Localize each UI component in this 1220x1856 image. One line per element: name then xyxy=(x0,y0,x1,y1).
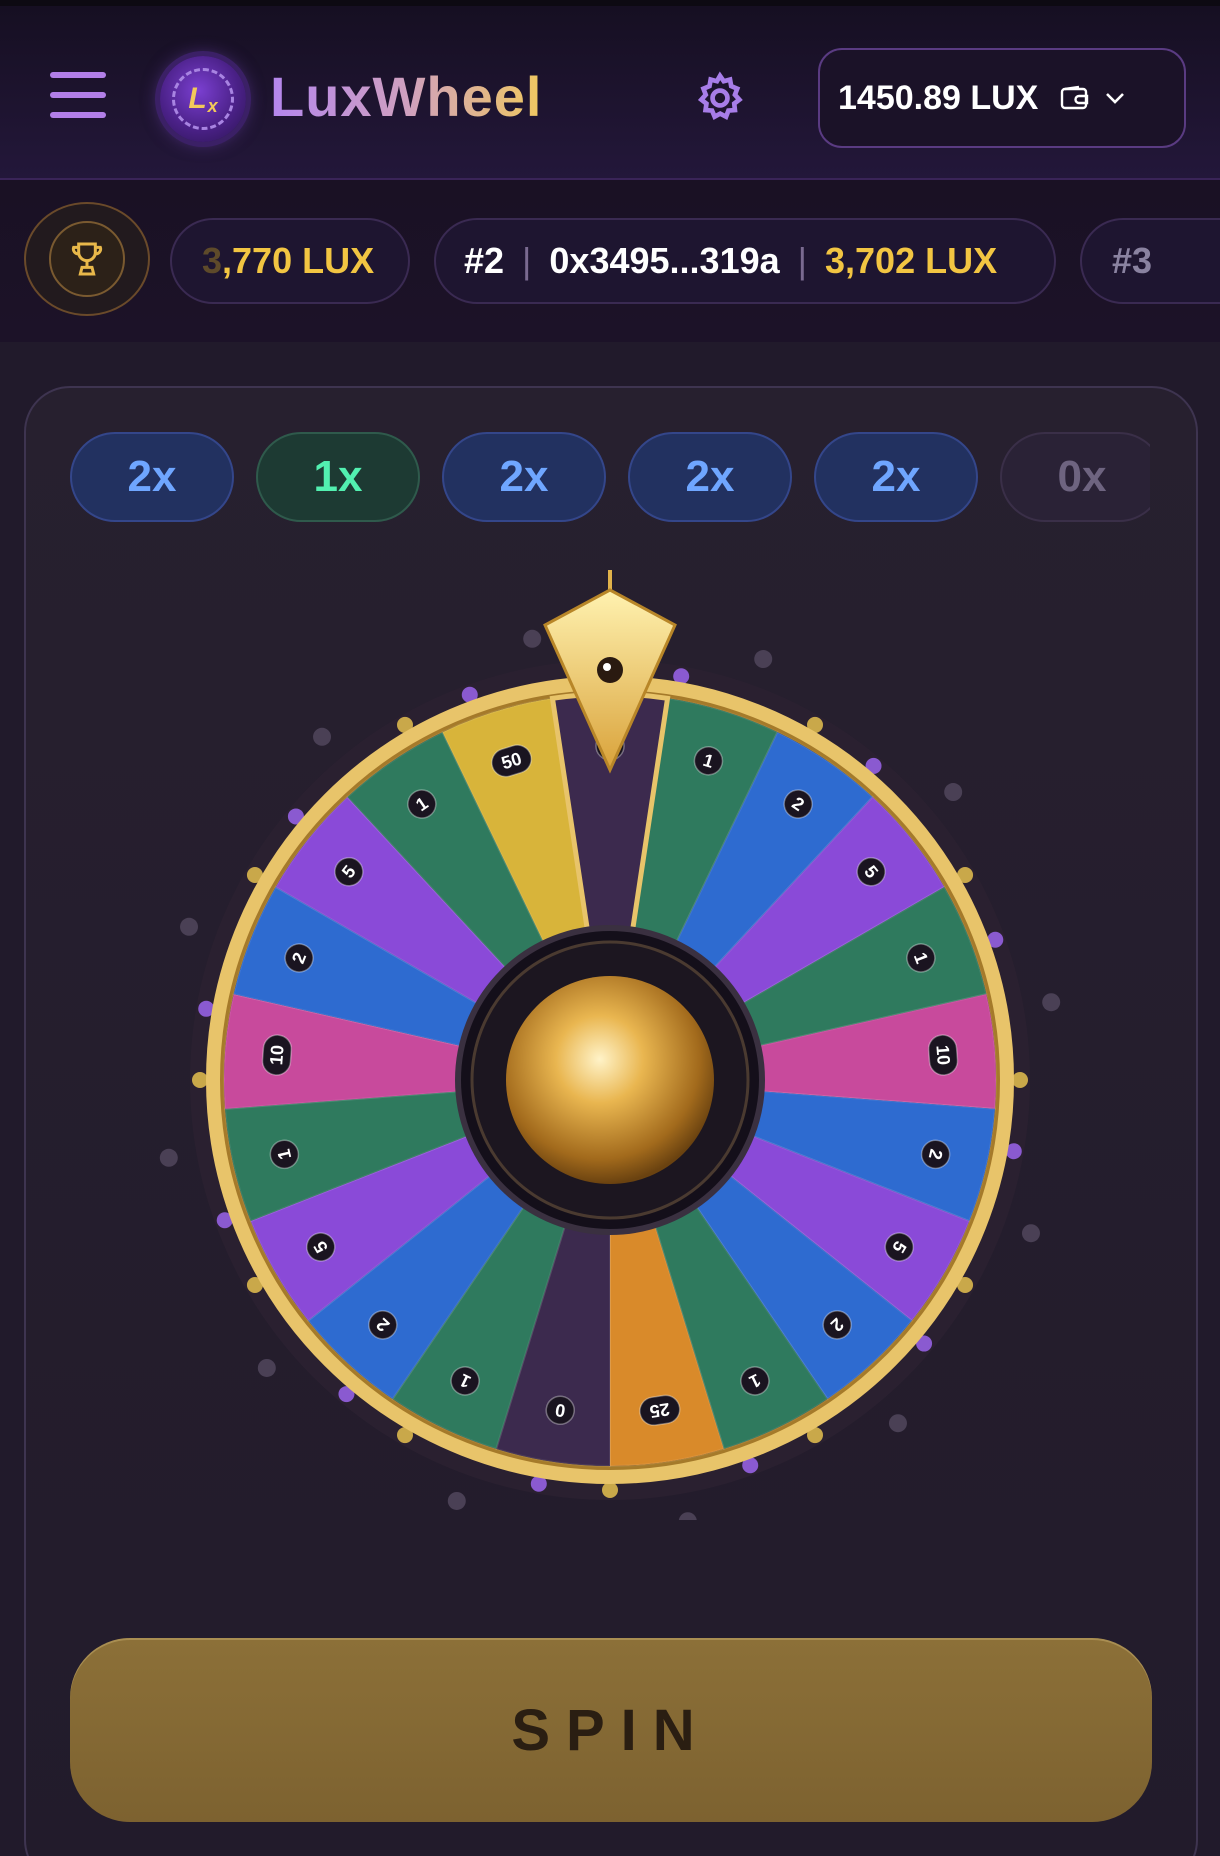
svg-text:25: 25 xyxy=(648,1399,671,1422)
wheel-segment-label: 10 xyxy=(927,1034,959,1076)
history-chip: 2x xyxy=(70,432,234,522)
logo-letter: L xyxy=(188,82,207,115)
balance-amount: 1450.89 LUX xyxy=(838,78,1039,117)
decor-dot xyxy=(523,629,542,648)
decor-dot xyxy=(447,1491,466,1510)
separator: | xyxy=(522,240,532,281)
menu-line-icon xyxy=(50,92,106,98)
leaderboard-address: 0x3495...319a xyxy=(549,240,780,281)
svg-text:10: 10 xyxy=(266,1044,287,1065)
leaderboard-entry-3: #3 xyxy=(1080,218,1220,304)
decor-dot xyxy=(192,1072,208,1088)
settings-gear-icon[interactable] xyxy=(692,70,748,126)
leaderboard-amount: 3,702 LUX xyxy=(825,240,998,281)
leaderboard-entry-2: #2 | 0x3495...319a | 3,702 LUX xyxy=(434,218,1056,304)
history-chip: 2x xyxy=(814,432,978,522)
history-chip: 2x xyxy=(442,432,606,522)
balance-button[interactable]: 1450.89 LUX xyxy=(818,48,1186,148)
chevron-down-icon xyxy=(1106,93,1125,104)
wallet-icon xyxy=(1061,85,1089,110)
menu-line-icon xyxy=(50,112,106,118)
leaderboard-ticker: 3,770 LUX #2 | 0x3495...319a | 3,702 LUX… xyxy=(0,180,1220,342)
decor-dot xyxy=(159,1148,178,1167)
leaderboard-rank: #2 xyxy=(464,240,505,281)
decor-dot xyxy=(754,650,773,669)
app-header: Lx LuxWheel 1450.89 LUX xyxy=(0,0,1220,180)
spin-button[interactable]: SPIN xyxy=(70,1638,1152,1822)
decor-dot xyxy=(257,1358,276,1377)
logo-icon: Lx xyxy=(160,56,246,142)
leaderboard-button[interactable] xyxy=(24,202,150,316)
wheel-segment-label: 10 xyxy=(261,1034,293,1076)
spin-label: SPIN xyxy=(511,1697,711,1763)
leaderboard-amount-prefix: 3 xyxy=(202,240,223,281)
decor-dot xyxy=(1021,1224,1040,1243)
history-chip: 2x xyxy=(628,432,792,522)
logo-sub-letter: x xyxy=(207,95,218,116)
separator: | xyxy=(797,240,807,281)
menu-line-icon xyxy=(50,72,106,78)
brand-name: LuxWheel xyxy=(270,65,543,128)
leaderboard-amount: ,770 LUX xyxy=(222,240,375,281)
leaderboard-rank: #3 xyxy=(1112,240,1153,281)
leaderboard-entry-1: 3,770 LUX xyxy=(170,218,410,304)
decor-dot xyxy=(1042,993,1061,1012)
menu-button[interactable] xyxy=(50,72,106,122)
wheel-hub[interactable] xyxy=(506,976,714,1184)
decor-dot xyxy=(602,1482,618,1498)
svg-text:10: 10 xyxy=(932,1044,953,1065)
trophy-icon xyxy=(71,242,103,276)
decor-dot xyxy=(313,727,332,746)
decor-dot xyxy=(888,1414,907,1433)
decor-dot xyxy=(678,1512,697,1531)
prize-wheel[interactable]: 0125110252125012511025150 xyxy=(130,560,1090,1531)
wheel-graphic: 0125110252125012511025150 xyxy=(159,570,1061,1531)
decor-dot xyxy=(180,917,199,936)
history-chip: 1x xyxy=(256,432,420,522)
history-chip: 0x xyxy=(1000,432,1150,522)
result-history: 2x 1x 2x 2x 2x 0x xyxy=(70,432,1150,522)
decor-dot xyxy=(1012,1072,1028,1088)
decor-dot xyxy=(944,783,963,802)
